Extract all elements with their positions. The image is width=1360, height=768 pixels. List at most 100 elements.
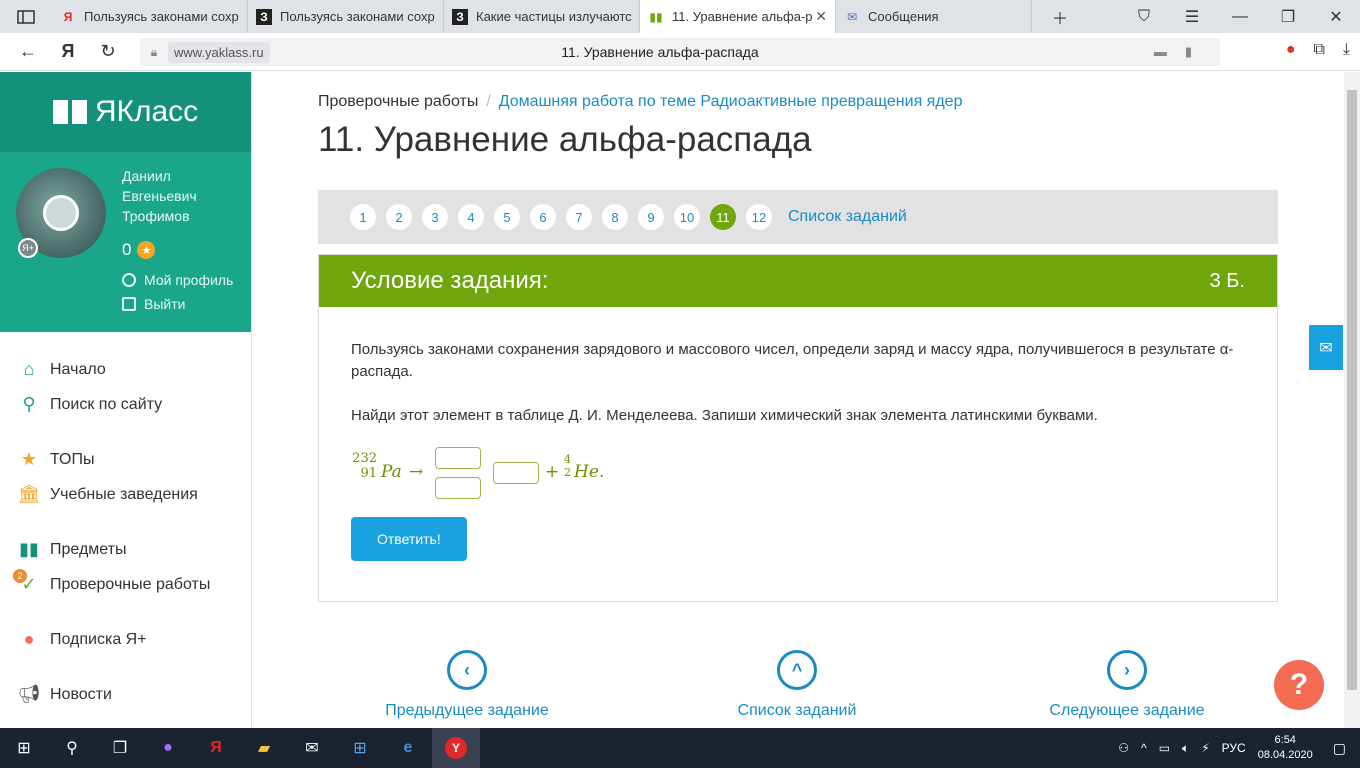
close-window-icon[interactable]: ✕ — [1312, 7, 1360, 27]
charge-number-input[interactable] — [435, 477, 481, 499]
mass-number-input[interactable] — [435, 447, 481, 469]
sidebar-item-label: Новости — [50, 685, 112, 703]
extensions-icon[interactable]: ⧉ — [1313, 41, 1324, 59]
page-title-in-url: 11. Уравнение альфа-распада — [561, 44, 759, 60]
he-nuclide-numbers: 4 2 — [549, 453, 571, 479]
browser-tab[interactable]: ✉ Сообщения — [836, 0, 1032, 33]
chat-icon[interactable]: ▬ — [1154, 44, 1185, 59]
sidebar-item-subjects[interactable]: ▮▮ Предметы — [0, 532, 251, 567]
system-clock[interactable]: 6:54 08.04.2020 — [1258, 733, 1313, 763]
edge-icon[interactable]: e — [384, 728, 432, 768]
browser-tab[interactable]: З Какие частицы излучаютс — [444, 0, 640, 33]
adblock-icon[interactable]: ● — [1286, 41, 1296, 59]
task-list-bottom-link[interactable]: ^ Список заданий — [687, 650, 907, 720]
page-link[interactable]: 10 — [674, 204, 700, 230]
yandex-logo-icon[interactable]: Я — [48, 41, 88, 62]
sidebar-menu: ⌂ Начало ⚲ Поиск по сайту ★ ТОПы 🏛︎ Учеб… — [0, 332, 251, 712]
brand-name: ЯКласс — [94, 95, 199, 128]
tabs-panel-icon[interactable] — [0, 0, 52, 33]
task-points: 3 Б. — [1209, 269, 1245, 292]
back-icon[interactable]: ← — [8, 41, 48, 62]
page-link[interactable]: 6 — [530, 204, 556, 230]
page-link[interactable]: 5 — [494, 204, 520, 230]
user-panel: Я+ Даниил Евгеньевич Трофимов 0 ★ Мой пр… — [0, 152, 251, 332]
close-tab-icon[interactable]: ✕ — [815, 8, 827, 25]
sidebar-item-tests[interactable]: 2 ✓ Проверочные работы — [0, 567, 251, 602]
file-explorer-icon[interactable]: ▰ — [240, 728, 288, 768]
task-list-link[interactable]: Список заданий — [788, 208, 907, 226]
search-icon[interactable]: ⚲ — [48, 728, 96, 768]
page-title: 11. Уравнение альфа-распада — [318, 120, 812, 159]
network-icon[interactable]: ▭ — [1159, 741, 1170, 755]
sidebar: ЯКласс Я+ Даниил Евгеньевич Трофимов 0 ★… — [0, 72, 252, 728]
power-icon[interactable]: ⚡︎ — [1201, 741, 1209, 755]
yaklass-logo[interactable]: ЯКласс — [0, 72, 251, 152]
previous-task-link[interactable]: ‹ Предыдущее задание — [357, 650, 577, 720]
yandex-icon[interactable]: Я — [192, 728, 240, 768]
store-icon[interactable]: ⊞ — [336, 728, 384, 768]
browser-tab[interactable]: Я Пользуясь законами сохр — [52, 0, 248, 33]
page-link[interactable]: 7 — [566, 204, 592, 230]
feedback-mail-icon[interactable]: ✉ — [1309, 325, 1343, 370]
search-icon: ⚲ — [22, 394, 36, 414]
sidebar-item-schools[interactable]: 🏛︎ Учебные заведения — [0, 477, 251, 512]
restore-icon[interactable]: ❐ — [1264, 7, 1312, 27]
task-view-icon[interactable]: ❐ — [96, 728, 144, 768]
page-link[interactable]: 9 — [638, 204, 664, 230]
sidebar-item-home[interactable]: ⌂ Начало — [0, 352, 251, 387]
url-field[interactable]: 11. Уравнение альфа-распада 🔒︎ www.yakla… — [140, 38, 1220, 66]
page-link[interactable]: 1 — [350, 204, 376, 230]
sidebar-item-news[interactable]: 📢︎ Новости — [0, 677, 251, 712]
submit-answer-button[interactable]: Ответить! — [351, 517, 467, 561]
sidebar-item-tops[interactable]: ★ ТОПы — [0, 442, 251, 477]
new-tab-icon[interactable]: ＋ — [1036, 5, 1084, 29]
reload-icon[interactable]: ↻ — [88, 41, 128, 62]
browser-tab-active[interactable]: ▮▮ 11. Уравнение альфа-р ✕ — [640, 0, 836, 33]
next-task-link[interactable]: › Следующее задание — [1017, 650, 1237, 720]
alice-icon[interactable]: ● — [144, 728, 192, 768]
page-link[interactable]: 8 — [602, 204, 628, 230]
browser-tab[interactable]: З Пользуясь законами сохр — [248, 0, 444, 33]
yaklass-favicon-icon: ▮▮ — [649, 9, 663, 24]
user-last-name: Трофимов — [122, 208, 190, 224]
url-actions[interactable]: ▬▮ — [1154, 44, 1210, 60]
notifications-icon[interactable]: ▢ — [1333, 740, 1346, 757]
my-profile-link[interactable]: Мой профиль — [122, 272, 233, 288]
page-link[interactable]: 12 — [746, 204, 772, 230]
page-link[interactable]: 2 — [386, 204, 412, 230]
page-link[interactable]: 3 — [422, 204, 448, 230]
bookmark-icon[interactable]: ▮ — [1185, 44, 1210, 59]
helium-symbol: He — [574, 462, 599, 482]
element-symbol-input[interactable] — [493, 462, 539, 484]
people-icon[interactable]: ⚇ — [1118, 741, 1129, 755]
next-task-label: Следующее задание — [1049, 702, 1205, 719]
user-name: Даниил Евгеньевич Трофимов — [122, 166, 197, 226]
menu-icon[interactable]: ☰ — [1168, 7, 1216, 27]
sidebar-item-subscription[interactable]: ● Подписка Я+ — [0, 622, 251, 657]
tab-label: Какие частицы излучаютс — [476, 9, 632, 24]
chevron-up-icon[interactable]: ^ — [1141, 741, 1147, 755]
breadcrumb-link[interactable]: Домашняя работа по теме Радиоактивные пр… — [499, 93, 963, 110]
breadcrumb-root[interactable]: Проверочные работы — [318, 93, 478, 110]
star-icon: ★ — [20, 449, 38, 469]
page-link-active[interactable]: 11 — [710, 204, 736, 230]
windows-start-icon[interactable]: ⊞ — [0, 728, 48, 768]
page-scrollbar[interactable] — [1344, 72, 1360, 728]
sidebar-item-search[interactable]: ⚲ Поиск по сайту — [0, 387, 251, 422]
page-link[interactable]: 4 — [458, 204, 484, 230]
minimize-icon[interactable]: — — [1216, 8, 1264, 26]
language-indicator[interactable]: РУС — [1222, 741, 1246, 755]
profile-icon — [122, 273, 136, 287]
mail-icon[interactable]: ✉ — [288, 728, 336, 768]
sidebar-item-label: ТОПы — [50, 450, 95, 468]
tab-label: Пользуясь законами сохр — [84, 9, 239, 24]
scrollbar-thumb[interactable] — [1347, 90, 1357, 690]
yandex-browser-icon[interactable]: Y — [432, 728, 480, 768]
bookmarks-icon[interactable]: ⛉ — [1120, 8, 1168, 26]
task-body: Пользуясь законами сохранения зарядового… — [319, 307, 1277, 593]
help-button[interactable]: ? — [1274, 660, 1324, 710]
download-icon[interactable]: ⤓ — [1343, 41, 1350, 59]
logout-link[interactable]: Выйти — [122, 296, 185, 312]
equation: 232 91 Pa → + 4 2 He . — [351, 447, 1245, 503]
volume-icon[interactable]: 🔈︎ — [1182, 741, 1189, 756]
